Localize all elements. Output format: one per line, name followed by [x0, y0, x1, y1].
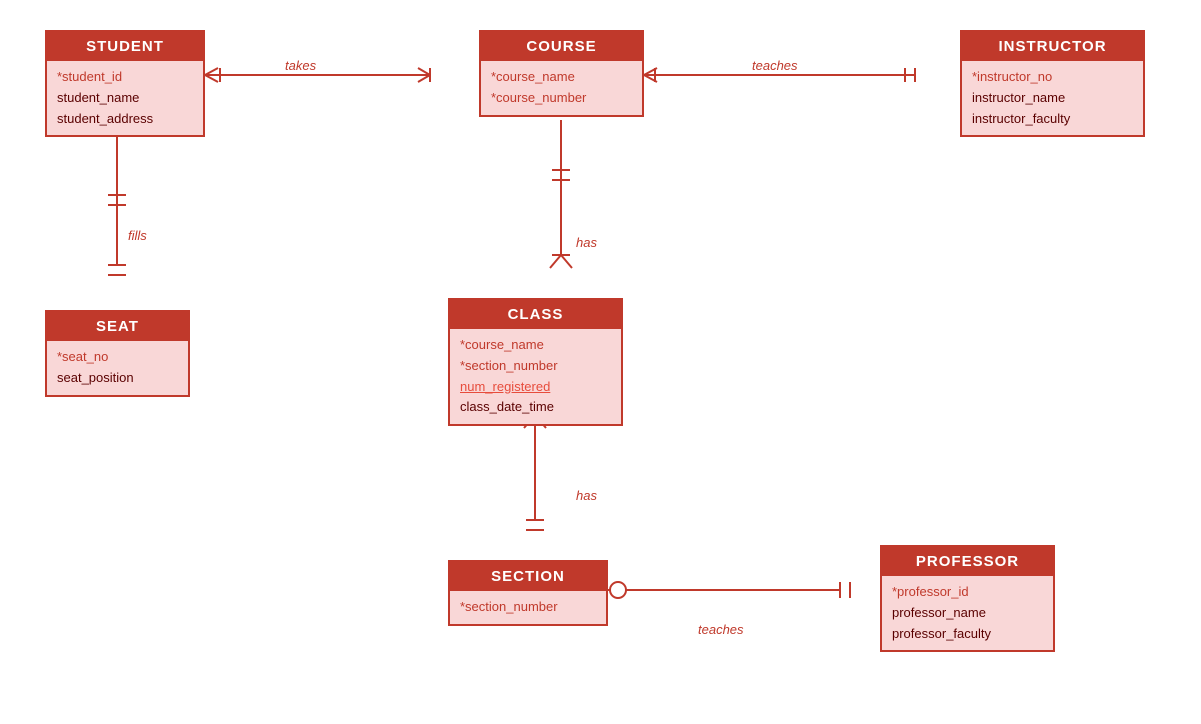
label-has-section: has: [576, 488, 597, 503]
field-student-id: *student_id: [57, 67, 193, 88]
field-professor-faculty: professor_faculty: [892, 624, 1043, 645]
field-class-section-number: *section_number: [460, 356, 611, 377]
field-instructor-name: instructor_name: [972, 88, 1133, 109]
entity-section: SECTION *section_number: [448, 560, 608, 626]
entity-section-header: SECTION: [450, 562, 606, 591]
field-class-date-time: class_date_time: [460, 397, 611, 418]
field-section-number: *section_number: [460, 597, 596, 618]
entity-professor: PROFESSOR *professor_id professor_name p…: [880, 545, 1055, 652]
entity-professor-body: *professor_id professor_name professor_f…: [882, 576, 1053, 650]
field-instructor-no: *instructor_no: [972, 67, 1133, 88]
field-professor-name: professor_name: [892, 603, 1043, 624]
entity-instructor: INSTRUCTOR *instructor_no instructor_nam…: [960, 30, 1145, 137]
field-instructor-faculty: instructor_faculty: [972, 109, 1133, 130]
field-class-course-name: *course_name: [460, 335, 611, 356]
entity-course: COURSE *course_name *course_number: [479, 30, 644, 117]
label-takes: takes: [285, 58, 316, 73]
field-seat-no: *seat_no: [57, 347, 178, 368]
label-teaches-instructor: teaches: [752, 58, 798, 73]
field-course-name: *course_name: [491, 67, 632, 88]
entity-student-body: *student_id student_name student_address: [47, 61, 203, 135]
label-teaches-professor: teaches: [698, 622, 744, 637]
field-seat-position: seat_position: [57, 368, 178, 389]
field-course-number: *course_number: [491, 88, 632, 109]
entity-seat-header: SEAT: [47, 312, 188, 341]
entity-seat: SEAT *seat_no seat_position: [45, 310, 190, 397]
entity-course-body: *course_name *course_number: [481, 61, 642, 115]
entity-class-header: CLASS: [450, 300, 621, 329]
field-professor-id: *professor_id: [892, 582, 1043, 603]
field-student-address: student_address: [57, 109, 193, 130]
entity-class: CLASS *course_name *section_number num_r…: [448, 298, 623, 426]
label-has-class: has: [576, 235, 597, 250]
entity-course-header: COURSE: [481, 32, 642, 61]
field-student-name: student_name: [57, 88, 193, 109]
entity-class-body: *course_name *section_number num_registe…: [450, 329, 621, 424]
entity-student: STUDENT *student_id student_name student…: [45, 30, 205, 137]
entity-section-body: *section_number: [450, 591, 606, 624]
diagram-container: STUDENT *student_id student_name student…: [0, 0, 1201, 724]
entity-student-header: STUDENT: [47, 32, 203, 61]
entity-instructor-body: *instructor_no instructor_name instructo…: [962, 61, 1143, 135]
field-class-num-registered: num_registered: [460, 377, 611, 398]
label-fills: fills: [128, 228, 147, 243]
entity-seat-body: *seat_no seat_position: [47, 341, 188, 395]
entity-professor-header: PROFESSOR: [882, 547, 1053, 576]
entity-instructor-header: INSTRUCTOR: [962, 32, 1143, 61]
